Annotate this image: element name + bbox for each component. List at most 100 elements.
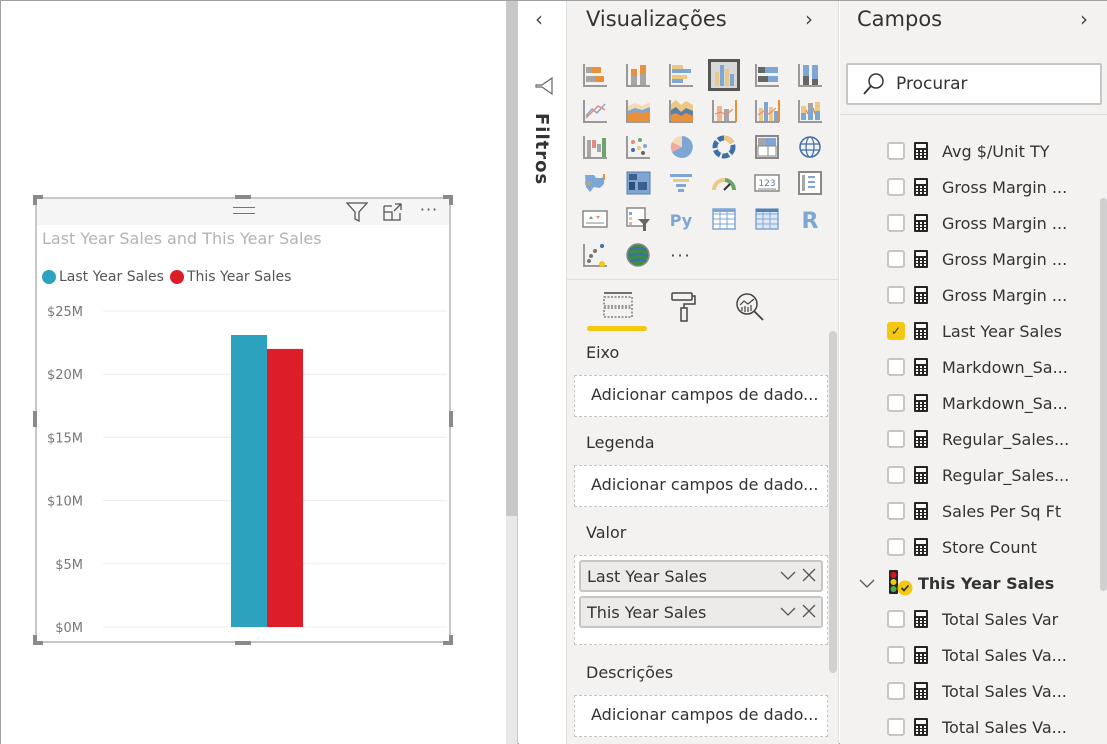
stacked-area-chart-icon[interactable] — [663, 95, 699, 127]
field-item[interactable]: Avg $/Unit TY — [840, 133, 1100, 169]
slicer-icon[interactable] — [620, 203, 656, 235]
clustered-bar-chart-icon[interactable] — [663, 59, 699, 91]
table-group-this-year-sales[interactable]: This Year Sales — [840, 565, 1100, 601]
pie-chart-icon[interactable] — [663, 131, 699, 163]
axis-well-dropzone[interactable]: Adicionar campos de dado... — [574, 375, 828, 417]
field-item[interactable]: Markdown_Sa... — [840, 349, 1100, 385]
100-stacked-column-chart-icon[interactable] — [792, 59, 828, 91]
100-stacked-bar-chart-icon[interactable] — [749, 59, 785, 91]
field-item[interactable]: Gross Margin ... — [840, 277, 1100, 313]
fields-scrollbar[interactable] — [1100, 198, 1107, 591]
field-item[interactable]: Store Count — [840, 529, 1100, 565]
r-visual-icon[interactable]: R — [792, 203, 828, 235]
field-item[interactable]: Total Sales Va... — [840, 637, 1100, 673]
legend-item-this-year-sales[interactable]: This Year Sales — [169, 269, 291, 285]
filled-map-icon[interactable] — [577, 167, 613, 199]
field-item[interactable]: ✓ Last Year Sales — [840, 313, 1100, 349]
stacked-column-chart-icon[interactable] — [620, 59, 656, 91]
canvas-scrollbar[interactable] — [506, 1, 518, 744]
field-item[interactable]: Total Sales Var — [840, 601, 1100, 637]
matrix-icon[interactable] — [749, 203, 785, 235]
python-visual-icon[interactable]: Py — [663, 203, 699, 235]
value-pill-last-year-sales[interactable]: Last Year Sales — [579, 560, 823, 592]
ribbon-chart-icon[interactable] — [792, 95, 828, 127]
value-well-dropzone[interactable]: Last Year Sales This Year Sales — [574, 555, 828, 645]
bar-this-year-sales[interactable] — [267, 348, 303, 627]
chevron-down-icon[interactable] — [858, 574, 876, 592]
field-item[interactable]: Markdown_Sa... — [840, 385, 1100, 421]
filter-icon[interactable] — [345, 201, 369, 223]
field-checkbox[interactable] — [887, 682, 905, 700]
filters-label[interactable]: Filtros — [531, 113, 552, 185]
field-checkbox[interactable] — [887, 430, 905, 448]
line-clustered-column-chart-icon[interactable] — [749, 95, 785, 127]
fields-search-input[interactable] — [896, 74, 1096, 94]
funnel-icon[interactable] — [663, 167, 699, 199]
more-visuals-icon[interactable]: ··· — [663, 239, 699, 271]
scatter-chart-icon[interactable] — [620, 131, 656, 163]
remove-field-icon[interactable] — [801, 602, 817, 620]
field-checkbox-checked[interactable]: ✓ — [887, 322, 905, 340]
fields-collapse-chevron-icon[interactable]: › — [1080, 7, 1088, 31]
field-checkbox[interactable] — [887, 286, 905, 304]
stacked-bar-chart-icon[interactable] — [577, 59, 613, 91]
area-chart-icon[interactable] — [620, 95, 656, 127]
report-canvas[interactable]: ··· Last Year Sales and This Year Sales … — [1, 1, 506, 744]
resize-handle-bottom[interactable] — [235, 641, 251, 645]
field-checkbox[interactable] — [887, 178, 905, 196]
field-item[interactable]: Total Sales Va... — [840, 709, 1100, 744]
arcgis-map-icon[interactable] — [620, 239, 656, 271]
field-checkbox[interactable] — [887, 466, 905, 484]
map-icon[interactable] — [792, 131, 828, 163]
field-checkbox[interactable] — [887, 538, 905, 556]
filters-expand-chevron-icon[interactable]: ‹ — [535, 7, 543, 31]
tooltips-well-dropzone[interactable]: Adicionar campos de dado... — [574, 695, 828, 737]
field-item[interactable]: Gross Margin ... — [840, 241, 1100, 277]
drag-grip-icon[interactable] — [233, 207, 255, 214]
field-checkbox[interactable] — [887, 250, 905, 268]
chevron-down-icon[interactable] — [779, 602, 797, 620]
field-checkbox[interactable] — [887, 214, 905, 232]
kpi-icon[interactable] — [577, 203, 613, 235]
wells-scrollbar[interactable] — [829, 331, 837, 673]
fields-tab[interactable] — [585, 287, 651, 331]
field-checkbox[interactable] — [887, 610, 905, 628]
resize-handle-right[interactable] — [449, 411, 453, 427]
field-checkbox[interactable] — [887, 502, 905, 520]
shape-map-icon[interactable] — [620, 167, 656, 199]
remove-field-icon[interactable] — [801, 566, 817, 584]
analytics-tab[interactable] — [717, 287, 783, 331]
field-item[interactable]: Regular_Sales... — [840, 421, 1100, 457]
field-item[interactable]: Regular_Sales... — [840, 457, 1100, 493]
field-item[interactable]: Total Sales Va... — [840, 673, 1100, 709]
field-checkbox[interactable] — [887, 646, 905, 664]
multi-row-card-icon[interactable] — [792, 167, 828, 199]
filters-pane-collapsed[interactable]: ‹ Filtros — [519, 1, 567, 744]
focus-mode-icon[interactable] — [381, 201, 405, 223]
donut-chart-icon[interactable] — [706, 131, 742, 163]
legend-item-last-year-sales[interactable]: Last Year Sales — [42, 269, 164, 285]
canvas-scrollbar-thumb[interactable] — [506, 1, 518, 516]
gauge-icon[interactable] — [706, 167, 742, 199]
waterfall-chart-icon[interactable] — [577, 131, 613, 163]
bar-last-year-sales[interactable] — [231, 335, 267, 627]
format-tab[interactable] — [651, 287, 717, 331]
key-influencers-icon[interactable] — [577, 239, 613, 271]
chevron-down-icon[interactable] — [779, 566, 797, 584]
clustered-column-chart-visual[interactable]: ··· Last Year Sales and This Year Sales … — [33, 195, 453, 645]
legend-well-dropzone[interactable]: Adicionar campos de dado... — [574, 465, 828, 507]
treemap-icon[interactable] — [749, 131, 785, 163]
clustered-column-chart-icon[interactable] — [708, 59, 740, 91]
line-stacked-column-chart-icon[interactable] — [706, 95, 742, 127]
field-checkbox[interactable] — [887, 394, 905, 412]
card-icon[interactable]: 123 — [749, 167, 785, 199]
more-options-icon[interactable]: ··· — [417, 198, 441, 220]
field-item[interactable]: Gross Margin ... — [840, 169, 1100, 205]
field-checkbox[interactable] — [887, 358, 905, 376]
fields-search-box[interactable] — [846, 63, 1102, 105]
field-item[interactable]: Sales Per Sq Ft — [840, 493, 1100, 529]
resize-handle-top-right-v[interactable] — [449, 195, 453, 205]
resize-handle-bottom-right-v[interactable] — [449, 635, 453, 645]
table-icon[interactable] — [706, 203, 742, 235]
value-pill-this-year-sales[interactable]: This Year Sales — [579, 596, 823, 628]
